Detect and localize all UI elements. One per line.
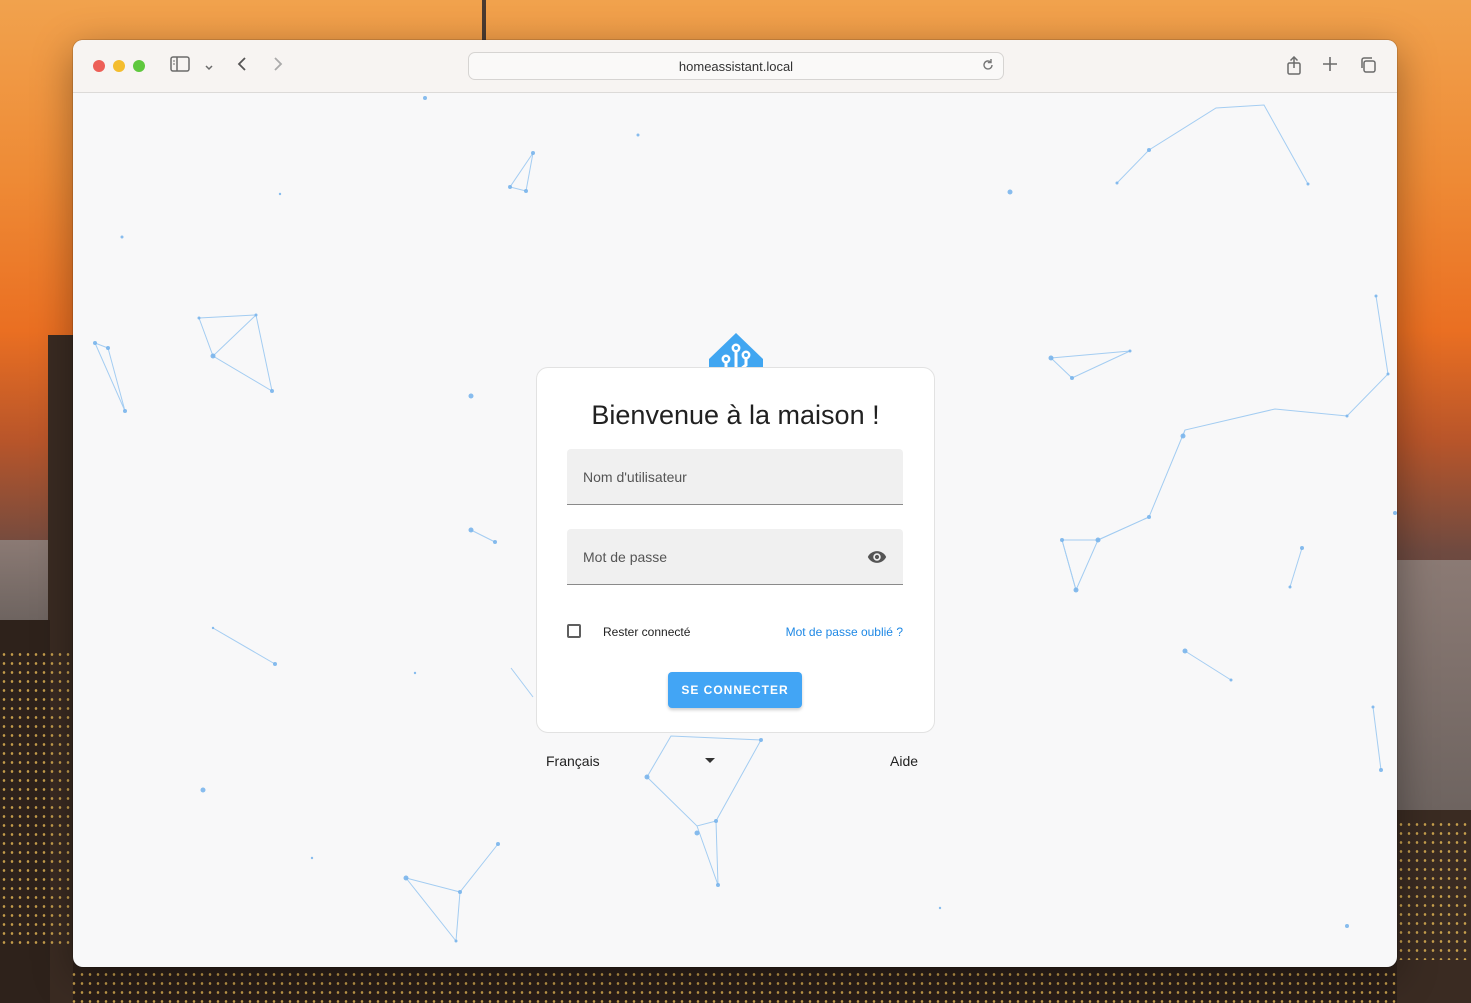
url-text: homeassistant.local (678, 59, 794, 74)
chevron-right-icon[interactable] (267, 56, 289, 76)
chevron-down-icon[interactable] (199, 56, 219, 76)
wallpaper-lights-right (1397, 820, 1471, 960)
username-label: Nom d'utilisateur (583, 469, 687, 485)
wallpaper-lights-left (0, 650, 73, 950)
wallpaper-water-left (0, 540, 48, 620)
remember-me-checkbox[interactable] (567, 624, 581, 638)
zoom-window-button[interactable] (133, 60, 145, 72)
page-title: Bienvenue à la maison ! (591, 400, 880, 430)
reload-icon[interactable] (979, 56, 997, 74)
wallpaper-antenna (482, 0, 486, 40)
remember-me-label: Rester connecté (603, 625, 691, 639)
tabs-overview-icon[interactable] (1357, 56, 1379, 76)
login-card: Bienvenue à la maison ! Nom d'utilisateu… (536, 367, 935, 733)
share-icon[interactable] (1283, 55, 1305, 76)
help-link[interactable]: Aide (890, 753, 918, 769)
password-label: Mot de passe (583, 549, 668, 565)
sidebar-icon[interactable] (169, 56, 191, 76)
login-button[interactable]: SE CONNECTER (668, 672, 802, 708)
page-content: Bienvenue à la maison ! Nom d'utilisateu… (73, 93, 1397, 967)
password-field[interactable]: Mot de passe (567, 529, 903, 585)
browser-window: homeassistant.local Bienvenue à la maiso… (73, 40, 1397, 967)
forgot-password-link[interactable]: Mot de passe oublié ? (786, 625, 903, 639)
language-select[interactable]: Français (546, 753, 600, 769)
chevron-left-icon[interactable] (231, 56, 253, 76)
eye-icon[interactable] (867, 547, 887, 567)
close-window-button[interactable] (93, 60, 105, 72)
wallpaper-lights-bottom (70, 970, 1400, 1003)
address-bar[interactable]: homeassistant.local (468, 52, 1004, 80)
plus-icon[interactable] (1319, 56, 1341, 76)
minimize-window-button[interactable] (113, 60, 125, 72)
browser-toolbar: homeassistant.local (73, 40, 1397, 93)
username-field[interactable]: Nom d'utilisateur (567, 449, 903, 505)
caret-down-icon[interactable] (705, 758, 715, 763)
wallpaper-water-right (1397, 560, 1471, 810)
